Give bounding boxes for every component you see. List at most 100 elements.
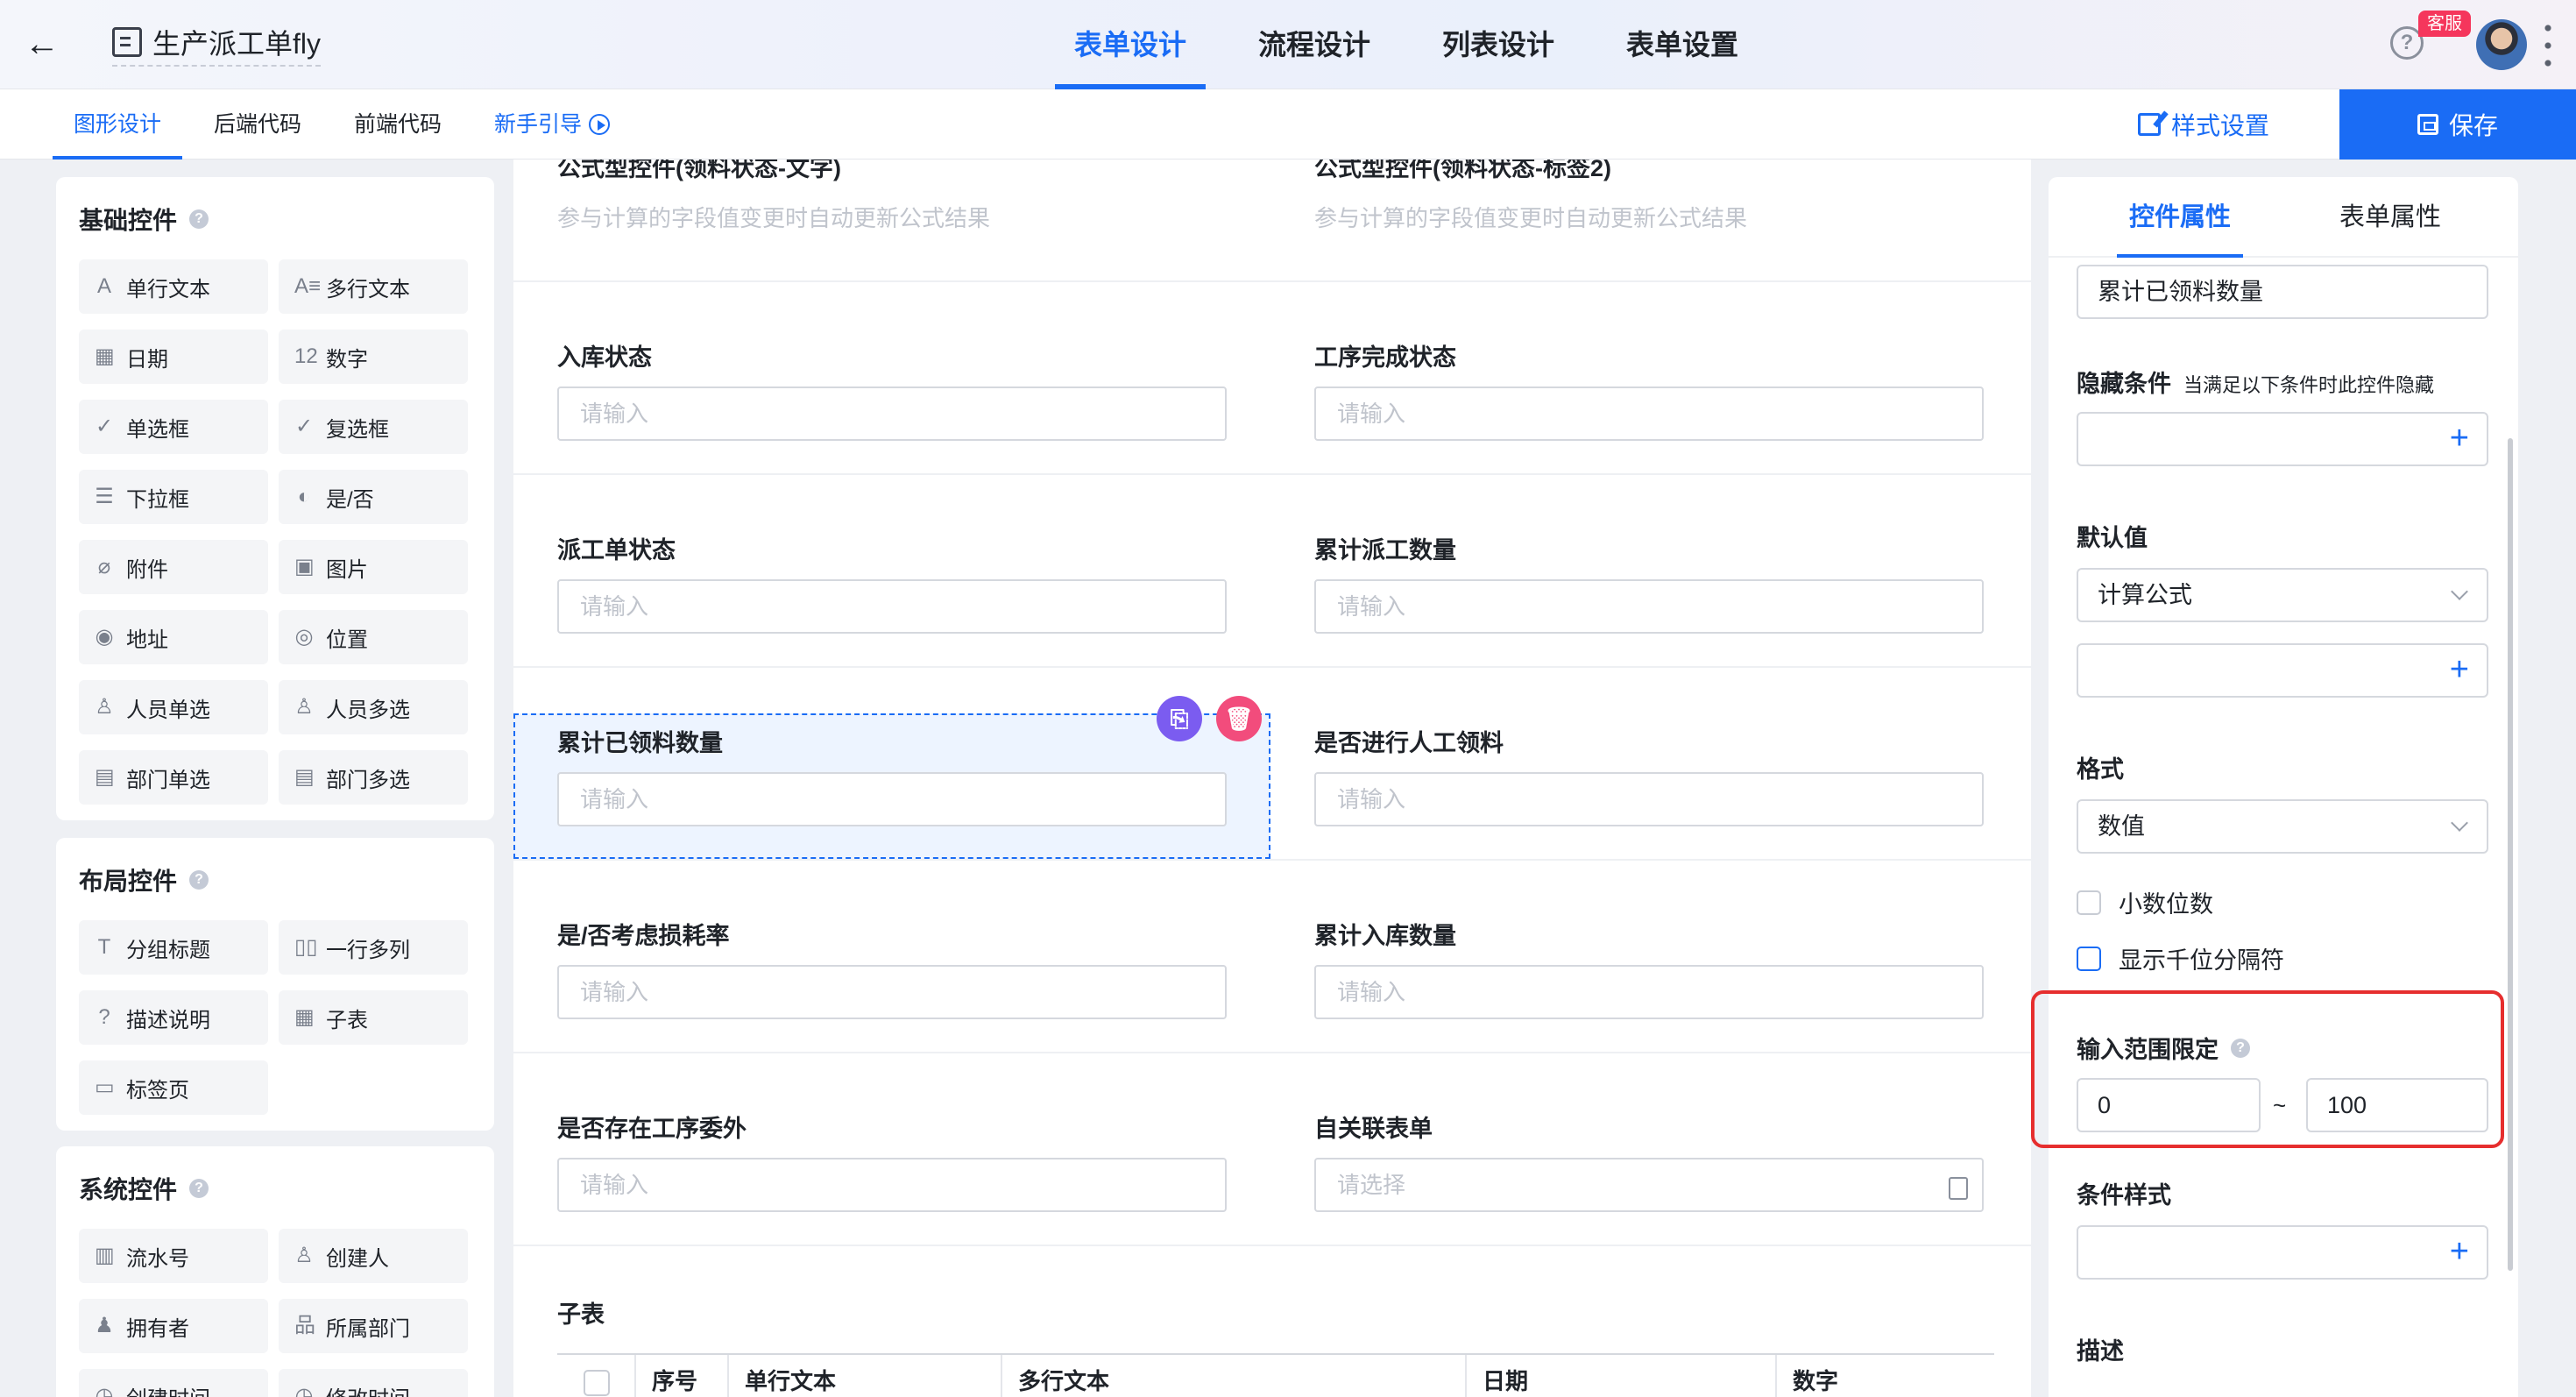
layout-controls-title-text: 布局控件 <box>79 868 178 895</box>
control-item[interactable]: 品所属部门 <box>279 1299 468 1353</box>
control-item[interactable]: ▤ 部门单选 <box>79 750 268 805</box>
more-icon[interactable] <box>2544 19 2551 68</box>
field-label: 公式型控件(领料状态-标签2) <box>1314 160 1611 181</box>
tab-form-properties[interactable]: 表单属性 <box>2339 177 2441 258</box>
control-item[interactable]: ▯▯ 一行多列 <box>279 920 468 975</box>
save-button[interactable]: 保存 <box>2339 89 2576 160</box>
control-item[interactable]: ☰ 下拉框 <box>79 470 268 524</box>
plus-icon[interactable]: + <box>2450 1227 2469 1276</box>
customer-service-badge[interactable]: 客服 <box>2418 11 2471 37</box>
control-item[interactable]: 12 数字 <box>279 330 468 384</box>
field-input[interactable]: 请输入 <box>1314 772 1984 826</box>
field-input[interactable]: 请输入 <box>1314 965 1984 1019</box>
control-item[interactable]: ♙ 人员单选 <box>79 680 268 734</box>
control-item[interactable]: ✓ 单选框 <box>79 400 268 454</box>
field-input[interactable]: 请输入 <box>1314 386 1984 441</box>
field-input[interactable]: 请输入 <box>557 579 1227 634</box>
control-item[interactable]: ♙ 人员多选 <box>279 680 468 734</box>
form-field[interactable]: 自关联表单 请选择 <box>1314 1110 1984 1212</box>
control-item[interactable]: ▦ 子表 <box>279 990 468 1045</box>
default-value-select[interactable]: 计算公式 <box>2077 568 2488 622</box>
form-field[interactable]: 是否存在工序委外 请输入 <box>557 1110 1227 1212</box>
beginner-guide-link[interactable]: 新手引导 <box>473 89 631 160</box>
thousands-separator-label: 显示千位分隔符 <box>2119 947 2284 974</box>
control-item[interactable]: A 单行文本 <box>79 259 268 314</box>
control-item[interactable]: ? 描述说明 <box>79 990 268 1045</box>
form-field[interactable]: 累计派工数量 请输入 <box>1314 531 1984 634</box>
field-input[interactable]: 请选择 <box>1314 1158 1984 1212</box>
control-item[interactable]: T 分组标题 <box>79 920 268 975</box>
subtable-col: 日期 <box>1467 1355 1777 1397</box>
form-field[interactable]: 公式型控件(领料状态-标签2) 参与计算的字段值变更时自动更新公式结果 <box>1314 160 1984 233</box>
form-field[interactable]: 累计入库数量 请输入 <box>1314 917 1984 1019</box>
form-field[interactable]: 派工单状态 请输入 <box>557 531 1227 634</box>
tab-backend-code[interactable]: 后端代码 <box>193 89 322 160</box>
scrollbar[interactable] <box>2508 438 2513 1271</box>
control-icon: 12 <box>294 344 318 368</box>
field-input[interactable]: 请输入 <box>1314 579 1984 634</box>
plus-icon[interactable]: + <box>2450 645 2469 694</box>
format-select[interactable]: 数值 <box>2077 799 2488 854</box>
field-input[interactable]: 请输入 <box>557 772 1227 826</box>
condition-style-box[interactable]: + <box>2077 1225 2488 1280</box>
question-icon[interactable]: ? <box>189 209 209 229</box>
tab-control-properties[interactable]: 控件属性 <box>2116 177 2244 258</box>
control-label: 单行文本 <box>126 277 210 301</box>
control-label: 位置 <box>326 628 368 652</box>
app-title[interactable]: 生产派工单fly <box>152 22 321 62</box>
control-label: 分组标题 <box>126 938 210 962</box>
tab-frontend-code[interactable]: 前端代码 <box>333 89 463 160</box>
control-item[interactable]: ◎ 位置 <box>279 610 468 664</box>
control-item[interactable]: ◐ 是/否 <box>279 470 468 524</box>
field-input[interactable]: 请输入 <box>557 965 1227 1019</box>
control-item[interactable]: ▣ 图片 <box>279 540 468 594</box>
control-item[interactable]: ▤ 部门多选 <box>279 750 468 805</box>
control-item[interactable]: ▭ 标签页 <box>79 1060 268 1115</box>
control-item[interactable]: A≡ 多行文本 <box>279 259 468 314</box>
control-item[interactable]: ▦ 日期 <box>79 330 268 384</box>
form-field[interactable]: 累计已领料数量 请输入 <box>557 724 1227 826</box>
form-field[interactable]: 公式型控件(领料状态-文字) 参与计算的字段值变更时自动更新公式结果 <box>557 160 1227 233</box>
field-label: 工序完成状态 <box>1314 344 1456 371</box>
control-item[interactable]: ♙ 创建人 <box>279 1229 468 1283</box>
back-arrow-icon[interactable]: ← <box>25 26 60 61</box>
avatar[interactable] <box>2476 19 2527 70</box>
subtable-checkbox-col[interactable] <box>557 1355 636 1397</box>
control-item[interactable]: ◷ 修改时间 <box>279 1369 468 1397</box>
field-name-input[interactable]: 累计已领料数量 <box>2077 265 2488 319</box>
formula-box[interactable]: + <box>2077 643 2488 698</box>
control-item[interactable]: ♟ 拥有者 <box>79 1299 268 1353</box>
hide-condition-box[interactable]: + <box>2077 412 2488 466</box>
play-icon <box>589 114 611 135</box>
form-field[interactable]: 入库状态 请输入 <box>557 338 1227 441</box>
question-icon[interactable]: ? <box>189 870 209 890</box>
control-icon: T <box>97 935 111 959</box>
tab-form-design[interactable]: 表单设计 <box>1055 0 1207 89</box>
question-icon[interactable]: ? <box>189 1179 209 1198</box>
decimal-places-checkbox[interactable]: 小数位数 <box>2077 885 2213 919</box>
form-field[interactable]: 是/否考虑损耗率 请输入 <box>557 917 1227 1019</box>
form-field[interactable]: 工序完成状态 请输入 <box>1314 338 1984 441</box>
app-title-group[interactable]: 生产派工单fly <box>112 22 322 67</box>
control-item[interactable]: ▥ 流水号 <box>79 1229 268 1283</box>
control-item[interactable]: ◷ 创建时间 <box>79 1369 268 1397</box>
checkbox[interactable] <box>2077 946 2101 971</box>
tab-form-settings[interactable]: 表单设置 <box>1607 0 1758 89</box>
checkbox[interactable] <box>2077 890 2101 915</box>
field-label: 派工单状态 <box>557 537 676 564</box>
select-form-icon[interactable] <box>1949 1177 1968 1200</box>
format-label: 格式 <box>2077 756 2124 783</box>
plus-icon[interactable]: + <box>2450 414 2469 463</box>
tab-flow-design[interactable]: 流程设计 <box>1239 0 1390 89</box>
control-item[interactable]: ◉ 地址 <box>79 610 268 664</box>
thousands-separator-checkbox[interactable]: 显示千位分隔符 <box>2077 941 2284 975</box>
style-settings-button[interactable]: 样式设置 <box>2138 89 2269 160</box>
field-input[interactable]: 请输入 <box>557 386 1227 441</box>
field-hint: 参与计算的字段值变更时自动更新公式结果 <box>557 205 991 231</box>
form-field[interactable]: 是否进行人工领料 请输入 <box>1314 724 1984 826</box>
tab-graphic-design[interactable]: 图形设计 <box>53 89 183 160</box>
tab-list-design[interactable]: 列表设计 <box>1423 0 1574 89</box>
control-item[interactable]: ⌀ 附件 <box>79 540 268 594</box>
control-item[interactable]: ✓ 复选框 <box>279 400 468 454</box>
field-input[interactable]: 请输入 <box>557 1158 1227 1212</box>
